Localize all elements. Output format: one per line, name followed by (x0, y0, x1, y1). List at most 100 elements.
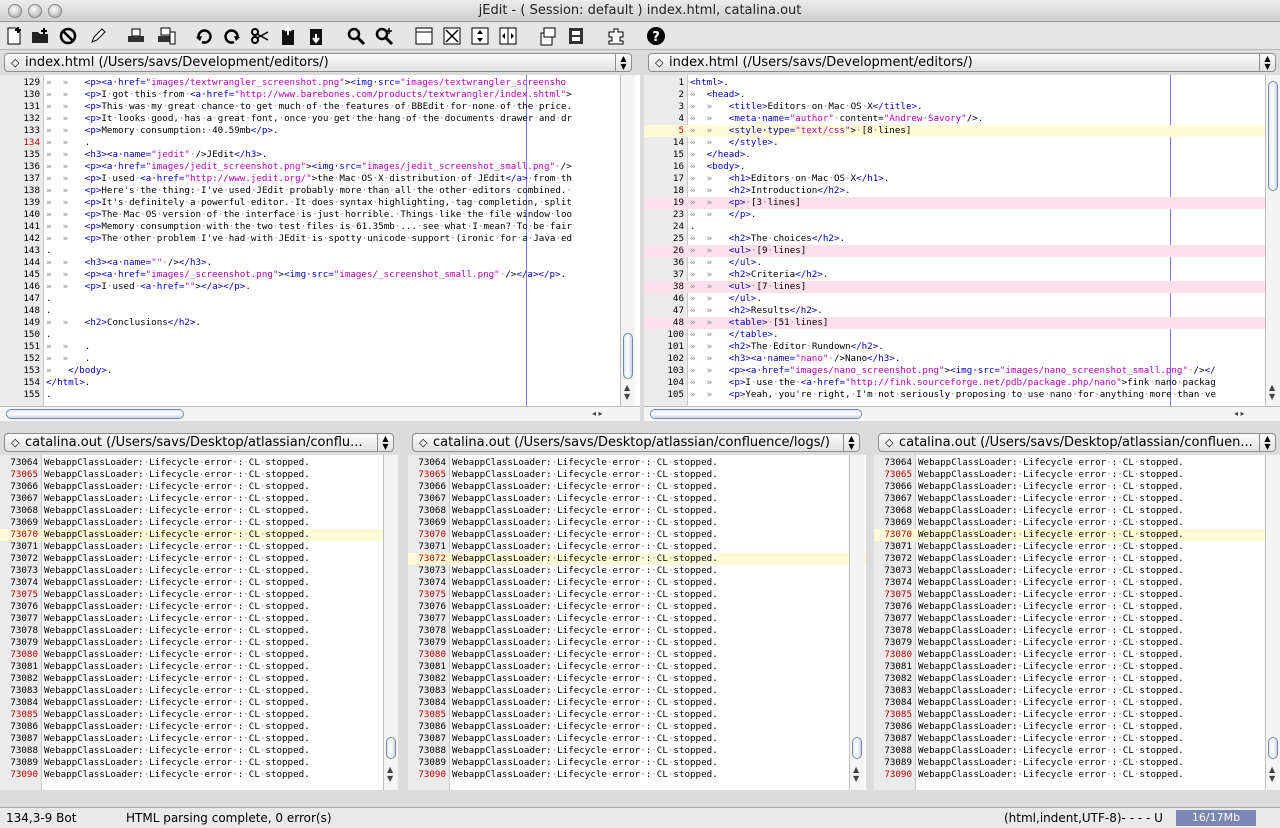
log-line[interactable]: 73081 WebappClassLoader:·Lifecycle·error·… (874, 661, 1280, 673)
log-line[interactable]: 73067 WebappClassLoader:·Lifecycle·error·… (874, 493, 1280, 505)
log-line[interactable]: 73074 WebappClassLoader:·Lifecycle·error·… (0, 577, 398, 589)
code-line[interactable]: 3 » » <title>Editors·on·Mac·OS·X</title>. (644, 101, 1280, 113)
code-line[interactable]: 19 » » <p>·[3·lines] (644, 197, 1280, 209)
scroll-arrows-icon[interactable]: ▲ ▼ (1269, 383, 1275, 401)
log-line[interactable]: 73076 WebappClassLoader:·Lifecycle·error·… (408, 601, 866, 613)
log-line[interactable]: 73069 WebappClassLoader:·Lifecycle·error·… (408, 517, 866, 529)
unsplit-icon[interactable] (412, 25, 436, 47)
code-line[interactable]: 104 » » <p>I·use·the·<a·href="http://fink… (644, 377, 1280, 389)
log-line[interactable]: 73086 WebappClassLoader:·Lifecycle·error·… (408, 721, 866, 733)
code-line[interactable]: 2 » <head>. (644, 89, 1280, 101)
scroll-arrows-icon[interactable]: ▲ ▼ (624, 383, 630, 401)
code-line[interactable]: 141 » » <p>Memory·consumption·with·the·tw… (0, 221, 640, 233)
code-line[interactable]: 132 » » <p>It·looks·good,·has·a·great·fon… (0, 113, 640, 125)
log-line[interactable]: 73069 WebappClassLoader:·Lifecycle·error·… (0, 517, 398, 529)
hscroll-arrows-icon[interactable]: ◂ ▸ (592, 409, 603, 418)
log-line[interactable]: 73079 WebappClassLoader:·Lifecycle·error·… (874, 637, 1280, 649)
log-line[interactable]: 73085 WebappClassLoader:·Lifecycle·error·… (0, 709, 398, 721)
log-line[interactable]: 73071 WebappClassLoader:·Lifecycle·error·… (0, 541, 398, 553)
hscroll-thumb[interactable] (6, 409, 184, 419)
code-line[interactable]: 103 » » <p><a·href="images/nano_screensho… (644, 365, 1280, 377)
split-icon[interactable] (440, 25, 464, 47)
code-line[interactable]: 101 » » <h2>The·Editor·Rundown</h2>. (644, 341, 1280, 353)
undo-icon[interactable] (192, 25, 216, 47)
help-icon[interactable]: ? (644, 25, 668, 47)
left-editor-pane[interactable]: 129 » » <p><a·href="images/textwrangler_s… (0, 75, 640, 406)
code-line[interactable]: 37 » » <h2>Criteria</h2>. (644, 269, 1280, 281)
scroll-arrows-icon[interactable]: ▲ ▼ (387, 765, 393, 783)
caret-position[interactable]: 134,3-9 Bot (6, 808, 76, 828)
log-line[interactable]: 73067 WebappClassLoader:·Lifecycle·error·… (0, 493, 398, 505)
code-line[interactable]: 17 » » <h1>Editors·on·Mac·OS·X</h1>. (644, 173, 1280, 185)
right-editor-pane[interactable]: 1 <html>. 2 » <head>. 3 » » <title>Editors·on… (644, 75, 1280, 406)
code-line[interactable]: 5 » » <style·type="text/css">·[8·lines] (644, 125, 1280, 137)
log1-buffer-selector[interactable]: ◇ catalina.out (/Users/savs/Desktop/atlas… (4, 433, 394, 452)
cut-icon[interactable] (248, 25, 272, 47)
pencil-icon[interactable] (86, 25, 110, 47)
zoom-window-button[interactable] (48, 4, 62, 18)
code-line[interactable]: 18 » » <h2>Introduction</h2>. (644, 185, 1280, 197)
log-line[interactable]: 73073 WebappClassLoader:·Lifecycle·error·… (408, 565, 866, 577)
log-line[interactable]: 73068 WebappClassLoader:·Lifecycle·error·… (0, 505, 398, 517)
log2-pane[interactable]: 73064 WebappClassLoader:·Lifecycle·error·… (408, 455, 866, 790)
left-buffer-selector[interactable]: ◇ index.html (/Users/savs/Development/edi… (4, 53, 632, 72)
buffer-options-icon[interactable] (564, 25, 588, 47)
log-line[interactable]: 73089 WebappClassLoader:·Lifecycle·error·… (408, 757, 866, 769)
scroll-thumb[interactable] (1268, 81, 1278, 191)
log-line[interactable]: 73088 WebappClassLoader:·Lifecycle·error·… (408, 745, 866, 757)
log-line[interactable]: 73072 WebappClassLoader:·Lifecycle·error·… (874, 553, 1280, 565)
code-line[interactable]: 149 » » <h2>Conclusions</h2>. (0, 317, 640, 329)
log-line[interactable]: 73087 WebappClassLoader:·Lifecycle·error·… (0, 733, 398, 745)
redo-icon[interactable] (220, 25, 244, 47)
code-line[interactable]: 24. (644, 221, 1280, 233)
log-line[interactable]: 73077 WebappClassLoader:·Lifecycle·error·… (0, 613, 398, 625)
log-line[interactable]: 73067 WebappClassLoader:·Lifecycle·error·… (408, 493, 866, 505)
log-line[interactable]: 73071 WebappClassLoader:·Lifecycle·error·… (408, 541, 866, 553)
log-line[interactable]: 73070 WebappClassLoader:·Lifecycle·error·… (0, 529, 398, 541)
log2-vertical-scrollbar[interactable]: ▲ ▼ (849, 455, 864, 790)
log-line[interactable]: 73079 WebappClassLoader:·Lifecycle·error·… (0, 637, 398, 649)
log-line[interactable]: 73069 WebappClassLoader:·Lifecycle·error·… (874, 517, 1280, 529)
log-line[interactable]: 73074 WebappClassLoader:·Lifecycle·error·… (874, 577, 1280, 589)
log3-vertical-scrollbar[interactable]: ▲ ▼ (1265, 455, 1280, 790)
code-line[interactable]: 142 » » <p>The·other·problem·I've·had·wit… (0, 233, 640, 245)
log-line[interactable]: 73071 WebappClassLoader:·Lifecycle·error·… (874, 541, 1280, 553)
log3-buffer-selector[interactable]: ◇ catalina.out (/Users/savs/Desktop/atlas… (878, 433, 1276, 452)
log-line[interactable]: 73072 WebappClassLoader:·Lifecycle·error·… (408, 553, 866, 565)
close-file-icon[interactable] (56, 25, 80, 47)
code-line[interactable]: 139 » » <p>It's·definitely·a·powerful·edi… (0, 197, 640, 209)
log-line[interactable]: 73075 WebappClassLoader:·Lifecycle·error·… (874, 589, 1280, 601)
log-line[interactable]: 73077 WebappClassLoader:·Lifecycle·error·… (408, 613, 866, 625)
log-line[interactable]: 73077 WebappClassLoader:·Lifecycle·error·… (874, 613, 1280, 625)
code-line[interactable]: 47 » » <h2>Results</h2>. (644, 305, 1280, 317)
code-line[interactable]: 136 » » <p><a·href="images/jedit_screensh… (0, 161, 640, 173)
log-line[interactable]: 73075 WebappClassLoader:·Lifecycle·error·… (0, 589, 398, 601)
log-line[interactable]: 73076 WebappClassLoader:·Lifecycle·error·… (0, 601, 398, 613)
code-line[interactable]: 36 » » </ul>. (644, 257, 1280, 269)
right-horizontal-scrollbar[interactable]: ◂ ▸ (644, 406, 1280, 421)
log-line[interactable]: 73073 WebappClassLoader:·Lifecycle·error·… (874, 565, 1280, 577)
log-line[interactable]: 73073 WebappClassLoader:·Lifecycle·error·… (0, 565, 398, 577)
code-line[interactable]: 100 » » </table>. (644, 329, 1280, 341)
code-line[interactable]: 143. (0, 245, 640, 257)
code-line[interactable]: 38 » » <ul>·[7·lines] (644, 281, 1280, 293)
minimize-window-button[interactable] (28, 4, 42, 18)
log-line[interactable]: 73087 WebappClassLoader:·Lifecycle·error·… (874, 733, 1280, 745)
log-line[interactable]: 73090 WebappClassLoader:·Lifecycle·error·… (408, 769, 866, 781)
log-line[interactable]: 73085 WebappClassLoader:·Lifecycle·error·… (874, 709, 1280, 721)
left-vertical-scrollbar[interactable]: ▲ ▼ (620, 75, 635, 406)
code-line[interactable]: 4 » » <meta·name="author"·content="Andrew… (644, 113, 1280, 125)
paste-icon[interactable] (304, 25, 328, 47)
log-line[interactable]: 73090 WebappClassLoader:·Lifecycle·error·… (874, 769, 1280, 781)
scroll-thumb[interactable] (852, 737, 862, 759)
right-buffer-selector[interactable]: ◇ index.html (/Users/savs/Development/edi… (648, 53, 1276, 72)
new-file-icon[interactable] (2, 25, 26, 47)
code-line[interactable]: 140 » » <p>The·Mac·OS·version·of·the·inte… (0, 209, 640, 221)
code-line[interactable]: 137 » » <p>I·used·<a·href="http://www.jed… (0, 173, 640, 185)
log-line[interactable]: 73065 WebappClassLoader:·Lifecycle·error·… (874, 469, 1280, 481)
log-line[interactable]: 73089 WebappClassLoader:·Lifecycle·error·… (0, 757, 398, 769)
code-line[interactable]: 129 » » <p><a·href="images/textwrangler_s… (0, 77, 640, 89)
log-line[interactable]: 73090 WebappClassLoader:·Lifecycle·error·… (0, 769, 398, 781)
code-line[interactable]: 145 » » <p><a·href="images/_screenshot.pn… (0, 269, 640, 281)
code-line[interactable]: 155. (0, 389, 640, 401)
